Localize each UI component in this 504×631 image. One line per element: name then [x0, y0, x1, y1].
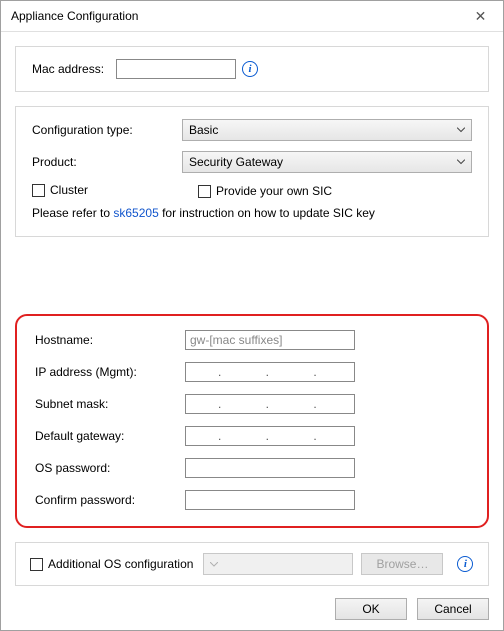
chevron-down-icon	[210, 562, 218, 567]
cluster-checkbox-label: Cluster	[50, 183, 88, 197]
ip-address-label: IP address (Mgmt):	[35, 365, 185, 379]
cancel-label: Cancel	[434, 602, 471, 616]
hostname-label: Hostname:	[35, 333, 185, 347]
dialog-window: Appliance Configuration ✕ Mac address: i…	[0, 0, 504, 631]
ip-address-input[interactable]	[185, 362, 355, 382]
provide-sic-label: Provide your own SIC	[216, 184, 332, 198]
mac-info-icon[interactable]: i	[242, 61, 258, 77]
product-label: Product:	[32, 155, 182, 169]
sic-note-prefix: Please refer to	[32, 206, 113, 220]
info-icon: i	[242, 61, 258, 77]
confirm-password-input[interactable]	[185, 490, 355, 510]
sic-note: Please refer to sk65205 for instruction …	[32, 206, 472, 220]
product-select[interactable]: Security Gateway	[182, 151, 472, 173]
cancel-button[interactable]: Cancel	[417, 598, 489, 620]
additional-config-panel: Additional OS configuration Browse… i	[15, 542, 489, 586]
cluster-checkbox[interactable]: Cluster	[32, 183, 88, 197]
additional-os-label: Additional OS configuration	[48, 557, 193, 571]
hostname-input[interactable]	[185, 330, 355, 350]
subnet-mask-input[interactable]	[185, 394, 355, 414]
checkbox-icon	[30, 558, 43, 571]
chevron-down-icon	[457, 160, 465, 165]
titlebar: Appliance Configuration ✕	[1, 1, 503, 32]
os-password-input[interactable]	[185, 458, 355, 478]
config-type-label: Configuration type:	[32, 123, 182, 137]
default-gateway-input[interactable]	[185, 426, 355, 446]
config-type-value: Basic	[189, 123, 218, 137]
additional-info-icon[interactable]: i	[457, 556, 473, 572]
ok-button[interactable]: OK	[335, 598, 407, 620]
config-type-select[interactable]: Basic	[182, 119, 472, 141]
cluster-checkbox-wrap: Cluster	[32, 183, 88, 200]
close-icon: ✕	[475, 8, 487, 25]
additional-os-checkbox[interactable]: Additional OS configuration	[30, 557, 193, 571]
default-gateway-label: Default gateway:	[35, 429, 185, 443]
browse-label: Browse…	[376, 557, 428, 571]
browse-button: Browse…	[361, 553, 443, 575]
additional-os-combo	[203, 553, 353, 575]
dialog-footer: OK Cancel	[15, 586, 489, 620]
product-value: Security Gateway	[189, 155, 283, 169]
mac-panel: Mac address: i	[15, 46, 489, 92]
dialog-body: Mac address: i Configuration type: Basic	[1, 32, 503, 630]
confirm-password-label: Confirm password:	[35, 493, 185, 507]
network-panel: Hostname: IP address (Mgmt): Subnet mask…	[15, 314, 489, 528]
provide-sic-checkbox[interactable]: Provide your own SIC	[198, 184, 332, 198]
os-password-label: OS password:	[35, 461, 185, 475]
mac-address-input[interactable]	[116, 59, 236, 79]
info-icon: i	[457, 556, 473, 572]
ok-label: OK	[362, 602, 379, 616]
config-panel: Configuration type: Basic Product: Secur…	[15, 106, 489, 237]
chevron-down-icon	[457, 128, 465, 133]
close-button[interactable]: ✕	[458, 1, 503, 31]
mac-address-label: Mac address:	[32, 62, 114, 76]
checkbox-icon	[198, 185, 211, 198]
sic-note-link[interactable]: sk65205	[113, 206, 158, 220]
sic-note-suffix: for instruction on how to update SIC key	[159, 206, 375, 220]
subnet-mask-label: Subnet mask:	[35, 397, 185, 411]
window-title: Appliance Configuration	[11, 9, 458, 23]
checkbox-icon	[32, 184, 45, 197]
